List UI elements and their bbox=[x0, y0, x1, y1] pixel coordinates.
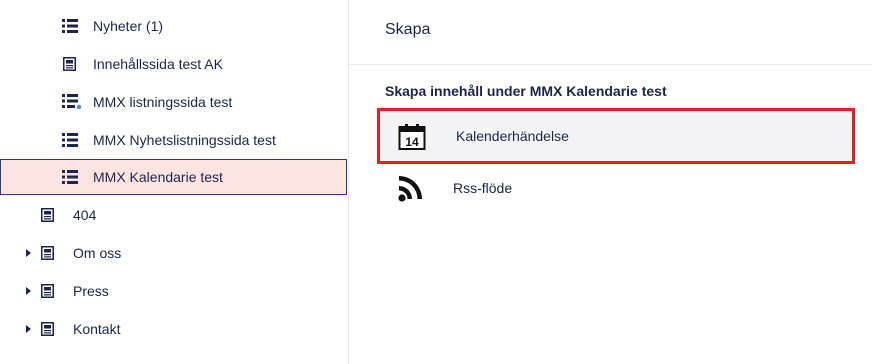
list-icon bbox=[62, 19, 78, 33]
option-label: Rss-flöde bbox=[453, 180, 513, 196]
tree-item-mmx-kalendarie-selected[interactable]: MMX Kalendarie test bbox=[0, 159, 347, 195]
tree-item-label: MMX Nyhetslistningssida test bbox=[93, 132, 276, 148]
panel-divider bbox=[349, 64, 872, 65]
tree-item-label: Om oss bbox=[73, 245, 122, 261]
tree-item-label: MMX listningssida test bbox=[93, 94, 233, 110]
option-label: Kalenderhändelse bbox=[456, 128, 569, 144]
tree-item-label: Innehållssida test AK bbox=[93, 56, 223, 72]
calendar-icon: 14 bbox=[398, 124, 426, 150]
option-kalenderhandelse[interactable]: 14 Kalenderhändelse bbox=[377, 108, 855, 164]
calendar-day-text: 14 bbox=[405, 135, 419, 149]
caret-right-icon[interactable] bbox=[26, 249, 31, 257]
tree-item-label: MMX Kalendarie test bbox=[93, 169, 223, 185]
document-icon bbox=[41, 246, 54, 260]
create-panel: Skapa Skapa innehåll under MMX Kalendari… bbox=[349, 0, 872, 364]
panel-subtitle: Skapa innehåll under MMX Kalendarie test bbox=[385, 83, 667, 99]
rss-icon bbox=[398, 176, 422, 202]
tree-item-label: Kontakt bbox=[73, 321, 121, 337]
document-icon bbox=[41, 284, 54, 298]
document-icon bbox=[41, 208, 54, 222]
tree-item-label: Nyheter (1) bbox=[93, 18, 164, 34]
content-tree: Nyheter (1) Innehållssida test AK MMX li… bbox=[0, 0, 348, 364]
list-icon bbox=[62, 170, 78, 184]
panel-title: Skapa bbox=[385, 21, 431, 38]
document-icon bbox=[41, 322, 54, 336]
tree-item-label: 404 bbox=[73, 207, 97, 223]
list-settings-icon bbox=[62, 94, 82, 110]
caret-right-icon[interactable] bbox=[26, 325, 31, 333]
tree-item-label: Press bbox=[73, 283, 109, 299]
document-icon bbox=[63, 57, 76, 71]
option-rss-flode[interactable]: Rss-flöde bbox=[377, 160, 855, 216]
list-icon bbox=[62, 133, 78, 147]
caret-right-icon[interactable] bbox=[26, 287, 31, 295]
